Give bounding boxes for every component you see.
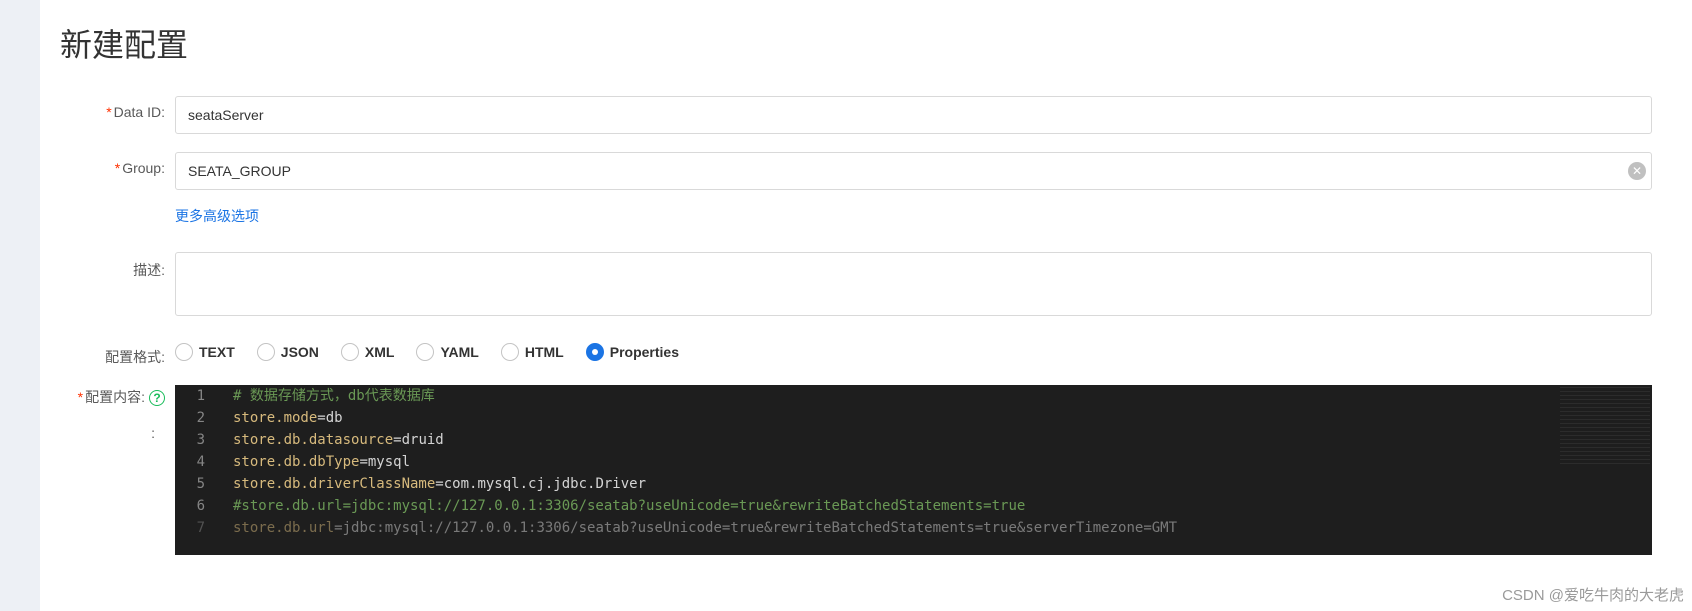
clear-icon[interactable]: ✕	[1628, 162, 1646, 180]
row-description: 描述:	[55, 252, 1672, 321]
code-text: # 数据存储方式，db代表数据库	[223, 385, 435, 407]
required-mark: *	[106, 104, 111, 120]
required-mark: *	[115, 160, 120, 176]
data-id-input[interactable]	[175, 96, 1652, 134]
format-option-html[interactable]: HTML	[501, 343, 564, 361]
label-content: *配置内容:?	[55, 387, 165, 407]
row-content: *配置内容:? : 1# 数据存储方式，db代表数据库2store.mode=d…	[55, 385, 1672, 555]
editor-minimap[interactable]	[1560, 387, 1650, 467]
label-description: 描述:	[55, 252, 175, 280]
code-editor[interactable]: 1# 数据存储方式，db代表数据库2store.mode=db3store.db…	[175, 385, 1652, 555]
line-number: 5	[175, 473, 223, 495]
line-number: 1	[175, 385, 223, 407]
row-group: *Group: ✕	[55, 152, 1672, 190]
editor-line: 4store.db.dbType=mysql	[175, 451, 1652, 473]
group-input[interactable]	[175, 152, 1652, 190]
radio-icon	[257, 343, 275, 361]
editor-line: 5store.db.driverClassName=com.mysql.cj.j…	[175, 473, 1652, 495]
editor-line: 3store.db.datasource=druid	[175, 429, 1652, 451]
radio-icon	[416, 343, 434, 361]
radio-label: TEXT	[199, 344, 235, 360]
line-number: 3	[175, 429, 223, 451]
editor-line: 7store.db.url=jdbc:mysql://127.0.0.1:330…	[175, 517, 1652, 539]
line-number: 2	[175, 407, 223, 429]
label-data-id: *Data ID:	[55, 96, 175, 120]
code-text: store.mode=db	[223, 407, 343, 429]
line-number: 6	[175, 495, 223, 517]
label-group: *Group:	[55, 152, 175, 176]
format-option-properties[interactable]: Properties	[586, 343, 679, 361]
radio-icon	[501, 343, 519, 361]
line-number: 7	[175, 517, 223, 539]
line-number: 4	[175, 451, 223, 473]
editor-line: 1# 数据存储方式，db代表数据库	[175, 385, 1652, 407]
radio-icon	[341, 343, 359, 361]
radio-icon	[175, 343, 193, 361]
row-advanced: 更多高级选项	[55, 206, 1672, 226]
format-option-xml[interactable]: XML	[341, 343, 395, 361]
page-title: 新建配置	[55, 0, 1672, 96]
radio-label: JSON	[281, 344, 319, 360]
radio-label: HTML	[525, 344, 564, 360]
row-format: 配置格式: TEXT JSON XML YAML HTML Properties	[55, 339, 1672, 367]
label-format: 配置格式:	[55, 339, 175, 367]
radio-label: Properties	[610, 344, 679, 360]
format-radio-group: TEXT JSON XML YAML HTML Properties	[175, 339, 1652, 361]
description-textarea[interactable]	[175, 252, 1652, 316]
radio-label: XML	[365, 344, 395, 360]
row-data-id: *Data ID:	[55, 96, 1672, 134]
code-text: store.db.url=jdbc:mysql://127.0.0.1:3306…	[223, 517, 1177, 539]
radio-label: YAML	[440, 344, 478, 360]
code-text: store.db.datasource=druid	[223, 429, 444, 451]
advanced-options-link[interactable]: 更多高级选项	[175, 208, 259, 224]
code-text: #store.db.url=jdbc:mysql://127.0.0.1:330…	[223, 495, 1025, 517]
required-mark: *	[78, 389, 83, 405]
help-icon[interactable]: ?	[149, 390, 165, 406]
editor-line: 6#store.db.url=jdbc:mysql://127.0.0.1:33…	[175, 495, 1652, 517]
code-text: store.db.dbType=mysql	[223, 451, 410, 473]
label-content-colon: :	[55, 407, 165, 441]
format-option-yaml[interactable]: YAML	[416, 343, 478, 361]
config-form-card: 新建配置 *Data ID: *Group: ✕ 更多高级选项 描述:	[40, 0, 1692, 611]
editor-line: 2store.mode=db	[175, 407, 1652, 429]
format-option-text[interactable]: TEXT	[175, 343, 235, 361]
format-option-json[interactable]: JSON	[257, 343, 319, 361]
code-text: store.db.driverClassName=com.mysql.cj.jd…	[223, 473, 646, 495]
radio-icon	[586, 343, 604, 361]
